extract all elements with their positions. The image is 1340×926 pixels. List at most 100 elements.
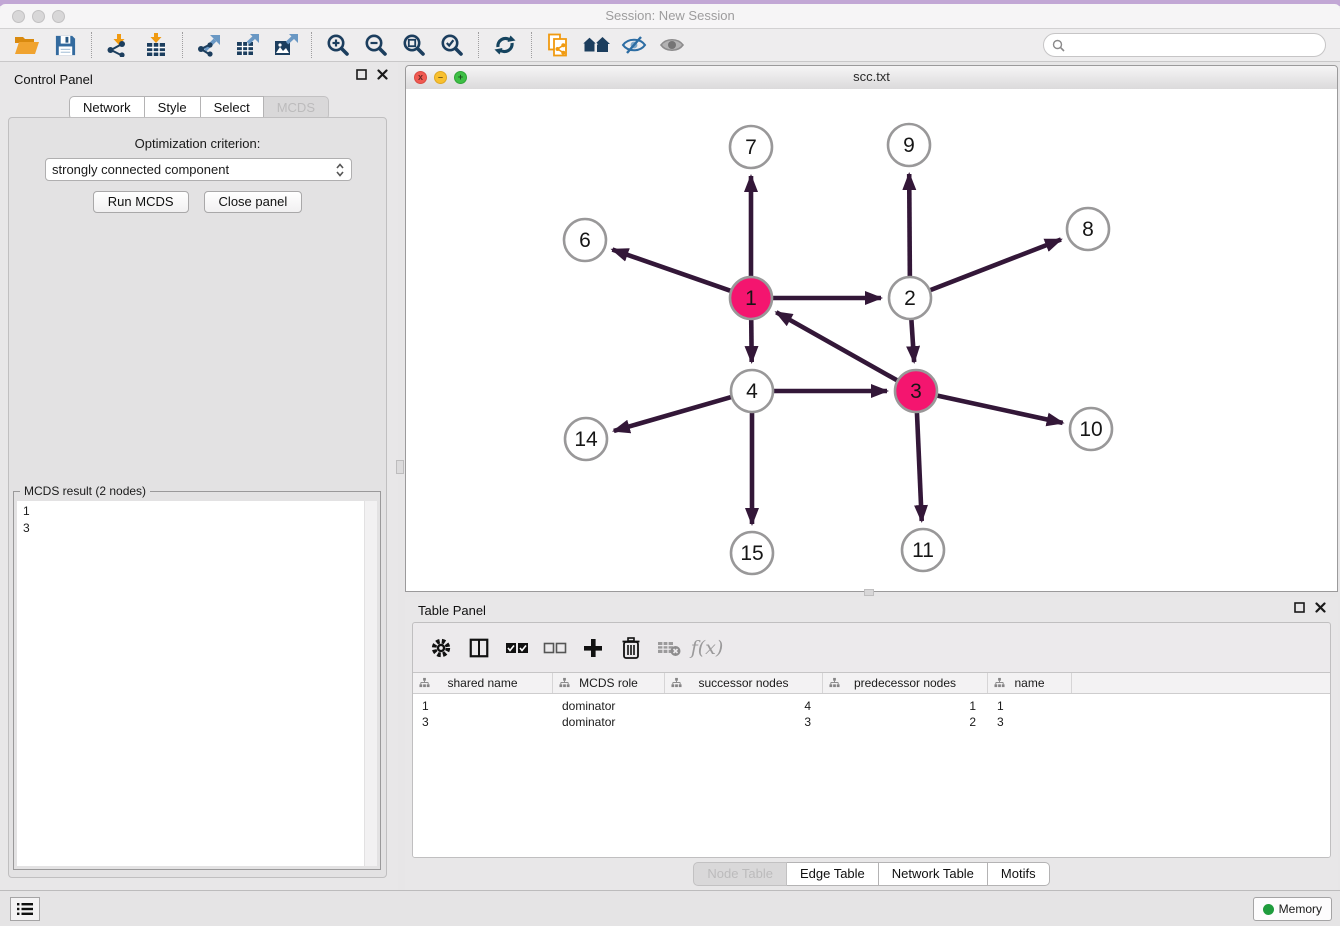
export-network-button[interactable]	[192, 30, 226, 60]
mcds-result-text[interactable]: 13	[17, 501, 377, 866]
network-canvas[interactable]: 7968124314101511	[406, 89, 1337, 591]
graph-edge-2-9[interactable]	[909, 174, 910, 279]
network-window-titlebar[interactable]: x – + scc.txt	[406, 66, 1337, 90]
export-table-button[interactable]	[230, 30, 264, 60]
plus-icon	[583, 638, 603, 658]
float-table-panel-icon[interactable]	[1294, 602, 1305, 613]
trash-icon	[621, 637, 641, 659]
main-toolbar	[0, 29, 1340, 62]
graph-edge-2-3[interactable]	[911, 317, 914, 362]
toolbar-separator	[91, 32, 92, 58]
refresh-view-button[interactable]	[488, 30, 522, 60]
table-row[interactable]: 1dominator411	[413, 698, 1330, 714]
go-home-button[interactable]	[579, 30, 613, 60]
export-image-button[interactable]	[268, 30, 302, 60]
split-view-icon	[468, 637, 490, 659]
column-header-successor-nodes[interactable]: successor nodes	[665, 673, 823, 693]
table-cell[interactable]: 1	[988, 698, 1072, 714]
column-type-icon	[994, 677, 1005, 691]
run-mcds-button[interactable]: Run MCDS	[93, 191, 189, 213]
zoom-selected-button[interactable]	[435, 30, 469, 60]
search-field[interactable]	[1043, 33, 1326, 57]
node-table: shared nameMCDS rolesuccessor nodesprede…	[413, 672, 1330, 857]
table-tab-motifs[interactable]: Motifs	[988, 862, 1050, 886]
memory-button[interactable]: Memory	[1253, 897, 1332, 921]
clone-network-icon	[546, 33, 570, 57]
checked-boxes-icon	[505, 641, 529, 655]
add-column-button[interactable]	[577, 632, 609, 664]
table-cell[interactable]: 1	[823, 698, 988, 714]
horizontal-splitter-handle[interactable]	[864, 589, 874, 596]
table-tab-network-table[interactable]: Network Table	[879, 862, 988, 886]
application-window: Session: New Session Control Panel	[0, 0, 1340, 926]
mcds-panel: Optimization criterion: strongly connect…	[8, 117, 387, 878]
close-panel-button[interactable]: Close panel	[204, 191, 303, 213]
graph-edge-3-1[interactable]	[776, 312, 899, 381]
close-panel-icon[interactable]	[377, 69, 388, 80]
table-tab-edge-table[interactable]: Edge Table	[787, 862, 879, 886]
graph-edge-2-8[interactable]	[928, 239, 1061, 291]
select-all-columns-button[interactable]	[501, 632, 533, 664]
task-history-button[interactable]	[10, 897, 40, 921]
import-network-button[interactable]	[101, 30, 135, 60]
graph-node-label-1: 1	[745, 287, 757, 310]
column-header-name[interactable]: name	[988, 673, 1072, 693]
save-session-button[interactable]	[48, 30, 82, 60]
session-title: Session: New Session	[0, 8, 1340, 23]
unchecked-boxes-icon	[543, 641, 567, 655]
import-table-button[interactable]	[139, 30, 173, 60]
graph-edge-3-10[interactable]	[935, 395, 1063, 423]
graph-edge-1-6[interactable]	[612, 250, 733, 292]
float-panel-icon[interactable]	[356, 69, 367, 80]
toolbar-separator	[182, 32, 183, 58]
optimization-criterion-label: Optimization criterion:	[9, 136, 386, 151]
table-cell[interactable]: 2	[823, 714, 988, 730]
table-row[interactable]: 3dominator323	[413, 714, 1330, 730]
memory-status-icon	[1263, 904, 1274, 915]
dropdown-stepper-icon	[335, 162, 345, 178]
criterion-value: strongly connected component	[52, 162, 229, 177]
deselect-all-columns-button[interactable]	[539, 632, 571, 664]
delete-table-icon	[657, 639, 681, 657]
table-browser: f(x) shared nameMCDS rolesuccessor nodes…	[412, 622, 1331, 858]
criterion-dropdown[interactable]: strongly connected component	[45, 158, 352, 181]
vertical-splitter-handle[interactable]	[396, 460, 404, 474]
table-cell[interactable]: dominator	[553, 714, 665, 730]
graph-edge-3-11[interactable]	[917, 410, 922, 521]
table-panel: Table Panel f(x) shared nameMCDS rolesuc…	[405, 597, 1338, 890]
graph-node-label-15: 15	[740, 542, 763, 565]
open-session-button[interactable]	[10, 30, 44, 60]
toggle-column-view-button[interactable]	[463, 632, 495, 664]
column-header-MCDS-role[interactable]: MCDS role	[553, 673, 665, 693]
table-cell[interactable]: 3	[665, 714, 823, 730]
table-cell[interactable]: 4	[665, 698, 823, 714]
memory-label: Memory	[1279, 902, 1322, 916]
show-all-button[interactable]	[655, 30, 689, 60]
delete-table-button[interactable]	[653, 632, 685, 664]
table-tab-node-table[interactable]: Node Table	[693, 862, 787, 886]
function-builder-button[interactable]: f(x)	[691, 632, 723, 664]
table-settings-button[interactable]	[425, 632, 457, 664]
zoom-fit-button[interactable]	[397, 30, 431, 60]
result-scrollbar[interactable]	[364, 501, 377, 866]
graph-edge-4-14[interactable]	[614, 396, 734, 431]
toolbar-separator	[478, 32, 479, 58]
hide-selected-button[interactable]	[617, 30, 651, 60]
column-header-predecessor-nodes[interactable]: predecessor nodes	[823, 673, 988, 693]
export-network-icon	[197, 33, 221, 57]
zoom-out-button[interactable]	[359, 30, 393, 60]
table-cell[interactable]: 3	[413, 714, 553, 730]
control-panel: Control Panel NetworkStyleSelectMCDS Opt…	[0, 62, 398, 890]
delete-column-button[interactable]	[615, 632, 647, 664]
table-panel-tabs: Node TableEdge TableNetwork TableMotifs	[405, 862, 1338, 886]
table-cell[interactable]: dominator	[553, 698, 665, 714]
table-cell[interactable]: 1	[413, 698, 553, 714]
zoom-in-button[interactable]	[321, 30, 355, 60]
table-cell[interactable]: 3	[988, 714, 1072, 730]
gear-icon	[430, 637, 452, 659]
column-header-shared-name[interactable]: shared name	[413, 673, 553, 693]
graph-node-label-9: 9	[903, 134, 915, 157]
close-table-panel-icon[interactable]	[1315, 602, 1326, 613]
search-input[interactable]	[1069, 37, 1325, 54]
clone-network-button[interactable]	[541, 30, 575, 60]
